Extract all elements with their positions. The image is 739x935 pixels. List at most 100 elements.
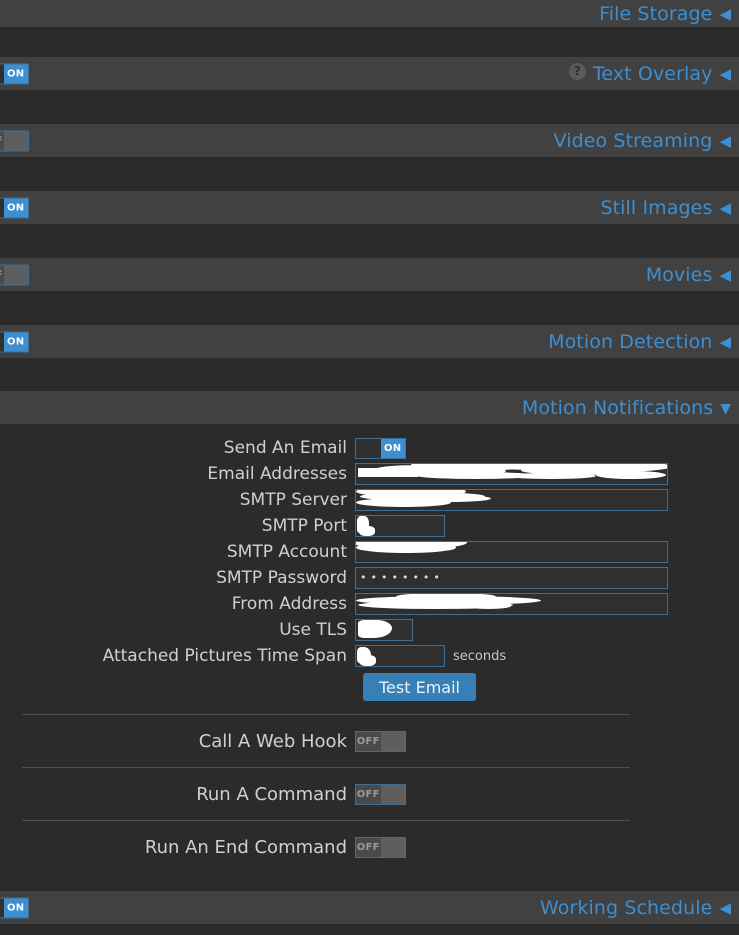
form-row-from-address: From Address bbox=[0, 591, 739, 617]
toggle-call-a-web-hook[interactable]: OFF bbox=[355, 730, 406, 752]
section-header-movies[interactable]: OFF Movies ◀ bbox=[0, 258, 739, 291]
redaction-mark bbox=[356, 542, 456, 553]
redaction-mark bbox=[396, 594, 496, 600]
label-run-a-command: Run A Command bbox=[196, 783, 347, 805]
toggle-switch-on: ON bbox=[0, 897, 29, 918]
section-toggle-motion-detection[interactable]: ON bbox=[0, 331, 29, 352]
label-use-tls: Use TLS bbox=[279, 620, 347, 640]
section-title-video-streaming: Video Streaming bbox=[553, 129, 713, 152]
redaction-mark bbox=[556, 464, 667, 472]
section-header-file-storage[interactable]: File Storage ◀ bbox=[0, 0, 739, 27]
redaction-mark bbox=[466, 603, 511, 609]
input-from-address[interactable] bbox=[355, 593, 668, 615]
input-email-addresses[interactable] bbox=[355, 463, 668, 485]
help-icon[interactable]: ? bbox=[568, 63, 586, 80]
toggle-switch-on: ON bbox=[0, 63, 29, 84]
form-row-smtp-port: SMTP Port bbox=[0, 513, 739, 539]
input-smtp-port[interactable] bbox=[355, 515, 445, 537]
chevron-left-icon: ◀ bbox=[719, 333, 731, 351]
redaction-mark bbox=[359, 655, 376, 666]
label-from-address: From Address bbox=[231, 594, 347, 614]
section-toggle-text-overlay[interactable]: ON bbox=[0, 63, 29, 84]
toggle-send-an-email[interactable]: ON bbox=[355, 437, 406, 459]
form-row-run-a-command: Run A Command OFF bbox=[0, 768, 739, 820]
toggle-switch-on: ON bbox=[0, 331, 29, 352]
form-row-use-tls: Use TLS bbox=[0, 617, 739, 643]
section-title-motion-detection: Motion Detection bbox=[548, 330, 713, 353]
redaction-mark bbox=[521, 466, 641, 475]
label-smtp-password: SMTP Password bbox=[216, 568, 347, 588]
toggle-thumb bbox=[3, 265, 28, 284]
section-header-still-images[interactable]: ON Still Images ◀ bbox=[0, 191, 739, 224]
toggle-run-an-end-command[interactable]: OFF bbox=[355, 836, 406, 858]
form-row-attached-pictures-time-span: Attached Pictures Time Span seconds bbox=[0, 643, 739, 669]
chevron-left-icon: ◀ bbox=[719, 65, 731, 83]
label-smtp-server: SMTP Server bbox=[239, 490, 347, 510]
section-toggle-video-streaming[interactable]: OFF bbox=[0, 130, 29, 151]
input-attached-pictures-time-span[interactable] bbox=[355, 645, 445, 667]
chevron-left-icon: ◀ bbox=[719, 5, 731, 23]
redaction-mark bbox=[356, 490, 466, 497]
redaction-mark bbox=[486, 464, 586, 470]
redaction-mark bbox=[360, 492, 485, 501]
toggle-label: OFF bbox=[356, 731, 381, 751]
form-row-smtp-password: SMTP Password •••••••• bbox=[0, 565, 739, 591]
unit-seconds: seconds bbox=[453, 648, 507, 664]
input-smtp-account[interactable] bbox=[355, 541, 668, 563]
toggle-thumb bbox=[380, 731, 405, 751]
redaction-mark bbox=[596, 471, 666, 479]
input-value: •••••••• bbox=[360, 571, 444, 584]
section-toggle-still-images[interactable]: ON bbox=[0, 197, 29, 218]
form-row-call-a-web-hook: Call A Web Hook OFF bbox=[0, 715, 739, 767]
section-header-motion-notifications[interactable]: Motion Notifications ▼ bbox=[0, 391, 739, 424]
toggle-switch-off: OFF bbox=[0, 130, 29, 151]
form-row-smtp-account: SMTP Account bbox=[0, 539, 739, 565]
test-email-button[interactable]: Test Email bbox=[363, 673, 476, 701]
toggle-switch-off: OFF bbox=[0, 264, 29, 285]
redaction-mark bbox=[358, 620, 392, 638]
chevron-left-icon: ◀ bbox=[719, 266, 731, 284]
label-call-a-web-hook: Call A Web Hook bbox=[198, 730, 347, 752]
input-smtp-server[interactable] bbox=[355, 489, 668, 511]
section-gap bbox=[0, 358, 739, 391]
section-header-working-schedule[interactable]: ON Working Schedule ◀ bbox=[0, 891, 739, 924]
toggle-label: ON bbox=[3, 332, 28, 351]
section-header-video-streaming[interactable]: OFF Video Streaming ◀ bbox=[0, 124, 739, 157]
section-gap bbox=[0, 27, 739, 57]
redaction-mark bbox=[506, 473, 596, 479]
toggle-thumb bbox=[380, 837, 405, 857]
redaction-mark bbox=[411, 464, 531, 471]
redaction-mark bbox=[357, 516, 369, 533]
redaction-mark bbox=[358, 468, 418, 477]
toggle-run-a-command[interactable]: OFF bbox=[355, 783, 406, 805]
form-row-email-addresses: Email Addresses bbox=[0, 461, 739, 487]
redaction-mark bbox=[356, 596, 541, 605]
section-title-file-storage: File Storage bbox=[599, 2, 713, 25]
section-title-text-overlay: Text Overlay bbox=[592, 62, 713, 85]
section-title-motion-notifications: Motion Notifications bbox=[521, 396, 714, 419]
redaction-mark bbox=[357, 647, 371, 663]
section-toggle-movies[interactable]: OFF bbox=[0, 264, 29, 285]
section-gap bbox=[0, 157, 739, 191]
section-toggle-working-schedule[interactable]: ON bbox=[0, 897, 29, 918]
toggle-label: ON bbox=[380, 438, 405, 458]
form-row-send-an-email: Send An Email ON bbox=[0, 435, 739, 461]
toggle-thumb bbox=[380, 784, 405, 804]
redaction-mark bbox=[358, 601, 513, 609]
toggle-thumb bbox=[3, 131, 28, 150]
chevron-left-icon: ◀ bbox=[719, 132, 731, 150]
toggle-use-tls[interactable] bbox=[355, 619, 413, 641]
toggle-label: OFF bbox=[356, 837, 381, 857]
redaction-mark bbox=[356, 498, 451, 507]
section-header-text-overlay[interactable]: ON ? Text Overlay ◀ bbox=[0, 57, 739, 90]
redaction-mark bbox=[359, 526, 375, 536]
section-header-motion-detection[interactable]: ON Motion Detection ◀ bbox=[0, 325, 739, 358]
chevron-down-icon: ▼ bbox=[720, 400, 731, 417]
section-title-movies: Movies bbox=[645, 263, 713, 286]
input-smtp-password[interactable]: •••••••• bbox=[355, 567, 668, 589]
toggle-label: OFF bbox=[356, 784, 381, 804]
section-gap bbox=[0, 90, 739, 124]
redaction-mark bbox=[376, 465, 506, 476]
section-title-working-schedule: Working Schedule bbox=[540, 896, 713, 919]
settings-page: File Storage ◀ ON ? Text Overlay ◀ OFF V… bbox=[0, 0, 739, 935]
